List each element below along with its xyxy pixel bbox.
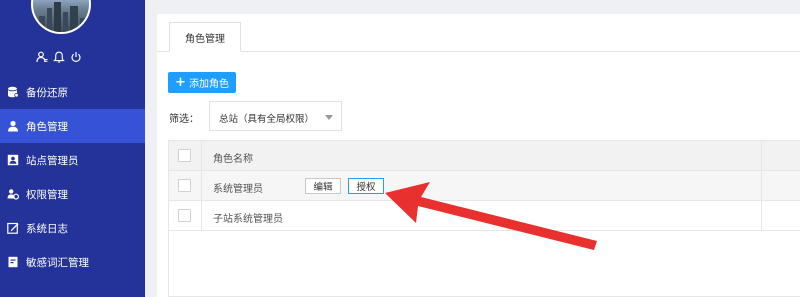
row-checkbox[interactable]: [178, 179, 191, 192]
table-row[interactable]: 子站系统管理员: [169, 201, 800, 231]
id-card-icon: [7, 154, 19, 166]
add-role-label: 添加角色: [188, 79, 229, 90]
edit-icon: [7, 222, 19, 234]
sidebar-item-label: 系统日志: [26, 222, 68, 235]
user-icon: [7, 120, 19, 132]
user-card-icon[interactable]: [36, 51, 48, 63]
power-icon[interactable]: [70, 51, 82, 63]
bell-icon[interactable]: [53, 51, 65, 63]
table-row[interactable]: 系统管理员 编辑 授权: [169, 171, 800, 201]
column-divider: [201, 141, 202, 230]
add-role-button[interactable]: + 添加角色: [168, 72, 236, 93]
chevron-down-icon: [325, 115, 333, 120]
sidebar-item-label: 权限管理: [26, 188, 68, 201]
edit-button[interactable]: 编辑: [305, 178, 341, 194]
row-checkbox[interactable]: [178, 209, 191, 222]
sidebar-item-permission-management[interactable]: 权限管理: [0, 177, 145, 211]
select-all-checkbox[interactable]: [178, 149, 191, 162]
sidebar-item-backup-restore[interactable]: 备份还原: [0, 75, 145, 109]
user-group-icon: [7, 188, 19, 200]
role-table: 角色名称 系统管理员 编辑 授权 子站系统管理员: [168, 140, 800, 297]
sidebar-item-sensitive-words[interactable]: 敏感词汇管理: [0, 245, 145, 279]
authorize-button[interactable]: 授权: [348, 178, 384, 194]
sidebar-item-role-management[interactable]: 角色管理: [0, 109, 145, 143]
table-header: 角色名称: [169, 141, 800, 171]
database-icon: [7, 86, 19, 98]
avatar[interactable]: [31, 0, 91, 34]
filter-label: 筛选：: [169, 114, 199, 125]
sidebar-item-label: 备份还原: [26, 86, 68, 99]
filter-select[interactable]: 总站（具有全局权限）: [209, 101, 342, 131]
column-divider: [761, 141, 762, 230]
tab-role-management[interactable]: 角色管理: [169, 22, 241, 52]
role-name-cell: 系统管理员: [213, 184, 263, 195]
column-header-role-name: 角色名称: [213, 154, 253, 165]
filter-select-value: 总站（具有全局权限）: [219, 114, 315, 125]
sidebar: 备份还原 角色管理 站点管理员 权限管理 系统日志 敏感词汇管理: [0, 0, 145, 297]
tab-bar-divider: [157, 51, 800, 52]
sidebar-item-system-log[interactable]: 系统日志: [0, 211, 145, 245]
sidebar-item-label: 角色管理: [26, 120, 68, 133]
main-panel: 角色管理 + 添加角色 筛选： 总站（具有全局权限） 角色名称 系统管理员 编辑…: [157, 14, 800, 297]
sidebar-item-site-admin[interactable]: 站点管理员: [0, 143, 145, 177]
book-icon: [7, 256, 19, 268]
role-name-cell: 子站系统管理员: [213, 214, 283, 225]
sidebar-item-label: 敏感词汇管理: [26, 256, 89, 269]
sidebar-item-label: 站点管理员: [26, 154, 79, 167]
plus-icon: +: [175, 75, 186, 90]
